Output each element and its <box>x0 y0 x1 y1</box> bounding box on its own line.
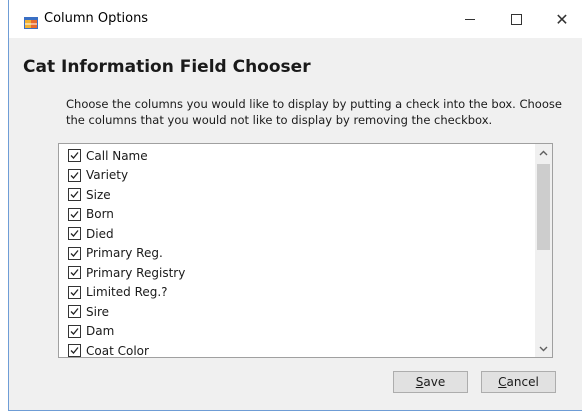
title-bar[interactable]: Column Options ✕ <box>9 0 582 38</box>
column-label: Primary Reg. <box>86 246 163 261</box>
column-label: Primary Registry <box>86 265 186 280</box>
close-icon: ✕ <box>555 9 569 29</box>
save-label-rest: ave <box>423 375 446 389</box>
checkbox[interactable] <box>68 285 81 299</box>
column-list: Call Name Variety Size Born Died Primary Reg.… <box>59 146 535 358</box>
column-checklist-item[interactable]: Size <box>59 185 535 205</box>
column-checklist-item[interactable]: Call Name <box>59 146 535 166</box>
save-button[interactable]: Save <box>393 371 468 393</box>
checkmark-icon <box>70 191 79 199</box>
checkmark-icon <box>70 171 79 179</box>
maximize-button[interactable] <box>493 0 539 38</box>
column-checklist-item[interactable]: Variety <box>59 166 535 186</box>
checkmark-icon <box>70 210 79 218</box>
checkbox[interactable] <box>68 266 81 280</box>
instructions-text: Choose the columns you would like to dis… <box>66 97 562 127</box>
column-checklist-item[interactable]: Primary Reg. <box>59 244 535 264</box>
checkbox[interactable] <box>68 344 81 357</box>
column-checklist-item[interactable]: Limited Reg.? <box>59 283 535 303</box>
scroll-up-button[interactable] <box>535 144 552 161</box>
checkmark-icon <box>70 327 79 335</box>
column-label: Call Name <box>86 148 148 163</box>
column-label: Variety <box>86 168 129 183</box>
column-checklist-item[interactable]: Coat Color <box>59 341 535 358</box>
checkbox[interactable] <box>68 305 81 319</box>
minimize-icon <box>465 18 475 20</box>
column-label: Size <box>86 187 111 202</box>
column-options-window: Column Options ✕ Cat Information Field C… <box>8 0 582 411</box>
page-title: Cat Information Field Chooser <box>23 57 311 77</box>
minimize-button[interactable] <box>447 0 493 38</box>
checkbox[interactable] <box>68 246 81 260</box>
checkmark-icon <box>70 308 79 316</box>
checkmark-icon <box>70 288 79 296</box>
checkmark-icon <box>70 269 79 277</box>
app-icon <box>24 14 38 29</box>
checkmark-icon <box>70 230 79 238</box>
scrollbar-thumb[interactable] <box>537 164 550 250</box>
column-checklist-item[interactable]: Died <box>59 224 535 244</box>
column-checklist[interactable]: Call Name Variety Size Born Died Primary Reg.… <box>58 143 553 358</box>
checkmark-icon <box>70 249 79 257</box>
column-label: Died <box>86 226 114 241</box>
column-checklist-item[interactable]: Sire <box>59 302 535 322</box>
column-checklist-item[interactable]: Born <box>59 205 535 225</box>
checkbox[interactable] <box>68 168 81 182</box>
column-checklist-item[interactable]: Primary Registry <box>59 263 535 283</box>
column-checklist-item[interactable]: Dam <box>59 322 535 342</box>
vertical-scrollbar[interactable] <box>535 144 552 357</box>
checkbox[interactable] <box>68 207 81 221</box>
save-mnemonic: S <box>415 375 424 389</box>
checkbox[interactable] <box>68 149 81 163</box>
chevron-up-icon <box>539 150 548 155</box>
column-label: Dam <box>86 324 115 339</box>
cancel-button[interactable]: Cancel <box>481 371 556 393</box>
column-label: Limited Reg.? <box>86 285 168 300</box>
chevron-down-icon <box>539 346 548 351</box>
maximize-icon <box>510 13 522 25</box>
close-button[interactable]: ✕ <box>539 0 582 38</box>
cancel-label-rest: ancel <box>506 375 539 389</box>
checkbox[interactable] <box>68 188 81 202</box>
checkmark-icon <box>70 152 79 160</box>
column-label: Born <box>86 207 114 222</box>
cancel-mnemonic: C <box>498 375 507 389</box>
checkbox[interactable] <box>68 227 81 241</box>
scroll-down-button[interactable] <box>535 340 552 357</box>
window-title: Column Options <box>44 11 149 26</box>
checkmark-icon <box>70 347 79 355</box>
column-label: Sire <box>86 304 110 319</box>
checkbox[interactable] <box>68 324 81 338</box>
column-label: Coat Color <box>86 343 149 358</box>
